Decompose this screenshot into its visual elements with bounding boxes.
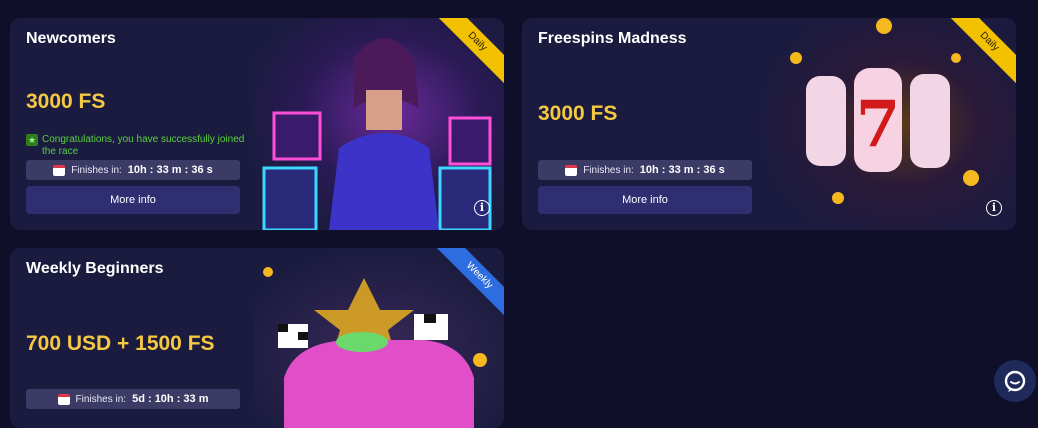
- prize-amount: 700 USD + 1500 FS: [26, 332, 215, 355]
- card-title: Newcomers: [26, 30, 116, 47]
- card-title: Weekly Beginners: [26, 260, 164, 277]
- more-info-button[interactable]: More info: [26, 186, 240, 214]
- calendar-icon: [53, 164, 66, 176]
- countdown-timer: Finishes in: 10h : 33 m : 36 s: [538, 160, 752, 180]
- joined-message: ★ Congratulations, you have successfully…: [26, 134, 246, 158]
- svg-text:7: 7: [856, 87, 901, 162]
- timer-label: Finishes in:: [71, 164, 122, 176]
- timer-label: Finishes in:: [75, 393, 127, 405]
- trophy-icon: ★: [26, 134, 38, 146]
- tournament-card-newcomers: Newcomers 3000 FS ★ Congratulations, you…: [10, 18, 504, 230]
- timer-label: Finishes in:: [583, 164, 634, 176]
- chat-button[interactable]: [994, 360, 1036, 402]
- calendar-icon: [57, 393, 70, 405]
- timer-value: 10h : 33 m : 36 s: [127, 164, 213, 176]
- card-title: Freespins Madness: [538, 30, 687, 47]
- prize-amount: 3000 FS: [538, 102, 618, 125]
- countdown-timer: Finishes in: 10h : 33 m : 36 s: [26, 160, 240, 180]
- timer-value: 5d : 10h : 33 m: [132, 393, 209, 405]
- tournament-art-slot-reels: 7: [766, 18, 1016, 230]
- tournament-art-woman-gifts: [254, 18, 504, 230]
- info-icon[interactable]: i: [474, 200, 490, 216]
- timer-value: 10h : 33 m : 36 s: [639, 164, 725, 176]
- chat-bubble-icon: [1004, 370, 1026, 392]
- prize-amount: 3000 FS: [26, 90, 106, 113]
- calendar-icon: [565, 164, 578, 176]
- more-info-button[interactable]: More info: [538, 186, 752, 214]
- countdown-timer: Finishes in: 5d : 10h : 33 m: [26, 389, 240, 409]
- joined-message-text: Congratulations, you have successfully j…: [42, 134, 245, 157]
- tournament-card-freespins-madness: 7 Freespins Madness 3000 FS Finishes in:…: [522, 18, 1016, 230]
- tournament-card-weekly-beginners: Weekly Beginners 700 USD + 1500 FS Finis…: [10, 248, 504, 428]
- info-icon[interactable]: i: [986, 200, 1002, 216]
